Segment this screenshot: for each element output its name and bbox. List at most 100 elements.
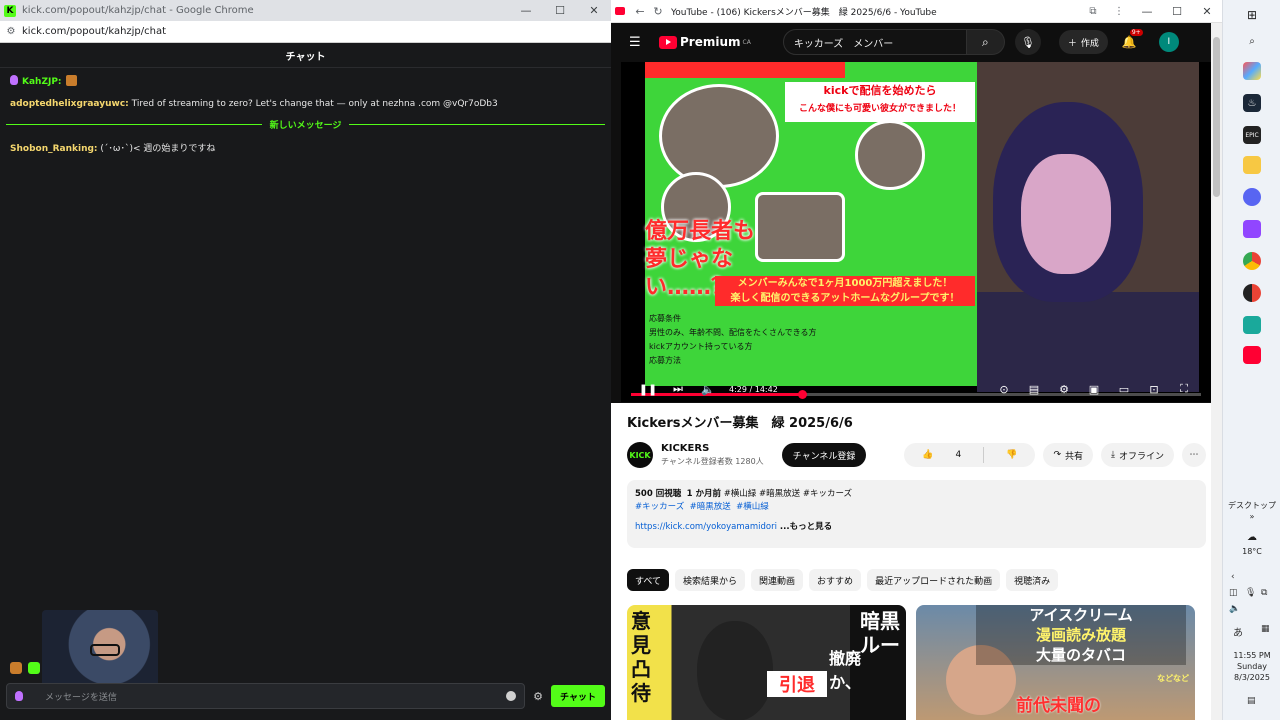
chat-username[interactable]: Shobon_Ranking: [10,144,98,154]
chat-address-bar[interactable]: ⚙ kick.com/popout/kahzjp/chat [0,21,611,43]
chip-related[interactable]: 関連動画 [751,569,804,591]
network-icon[interactable]: ⧉ [1261,588,1267,598]
minimize-icon[interactable]: — [509,0,543,21]
hamburger-menu-icon[interactable]: ☰ [629,35,653,50]
chat-settings-icon[interactable]: ⚙ [533,690,543,703]
offline-download-button[interactable]: ⤓ オフライン [1101,443,1174,467]
share-button[interactable]: ↷ 共有 [1043,443,1093,467]
channel-name[interactable]: KICKERS [661,443,764,454]
recommended-videos: 意見凸待 暗黒ルー 引退 撤廃か、 アイスクリーム 漫画読み放題 大量のタバコ … [627,605,1206,720]
autoplay-toggle-icon[interactable]: ⊙ [989,383,1019,396]
search-icon[interactable]: ⌕ [1243,32,1261,50]
youtube-logo[interactable]: Premium CA [659,35,751,49]
fullscreen-icon[interactable]: ⛶ [1169,382,1199,396]
more-actions-button[interactable]: ⋯ [1182,443,1206,467]
description-link[interactable]: https://kick.com/yokoyamamidori [635,522,777,532]
like-button[interactable]: 👍 4 [904,443,979,467]
emote-icon [65,75,77,86]
show-more-link[interactable]: ...もっと見る [777,522,832,532]
steam-icon[interactable]: ♨ [1243,94,1261,112]
page-scrollbar[interactable] [1211,23,1222,720]
weather-icon[interactable]: ☁ [1223,532,1280,543]
theater-mode-icon[interactable]: ▭ [1109,383,1139,396]
chrome-profile-icon[interactable] [1243,284,1261,302]
desktop-label[interactable]: デスクトップ [1223,500,1280,511]
emote-icon[interactable] [10,662,22,674]
extensions-icon[interactable]: ⧉ [1080,6,1106,17]
next-icon[interactable]: ⏭ [663,382,693,396]
youtube-window-titlebar[interactable]: ← ↻ YouTube - (106) Kickersメンバー募集 緑 2025… [611,0,1222,23]
pause-icon[interactable]: ❚❚ [633,383,663,396]
ime-indicator[interactable]: あ [1233,624,1243,639]
maximize-icon[interactable]: ☐ [543,0,577,21]
chevron-left-icon[interactable]: ‹ [1231,572,1235,582]
clock-date[interactable]: 8/3/2025 [1223,672,1280,683]
search-input[interactable]: キッカーズ メンバー [782,29,967,55]
microphone-icon[interactable]: 🎙 [1245,588,1256,598]
search-button[interactable]: ⌕ [966,29,1005,55]
chat-send-button[interactable]: チャット [551,685,605,707]
minimize-icon[interactable]: — [1132,0,1162,22]
notification-center-icon[interactable]: ▤ [1247,696,1256,706]
youtube-app-icon[interactable] [1243,346,1261,364]
thumb-text: 大量のタバコ [1035,646,1126,664]
notifications-button[interactable]: 🔔 9+ [1122,29,1143,49]
chip-watched[interactable]: 視聴済み [1006,569,1059,591]
chrome-icon[interactable] [1243,252,1261,270]
discord-icon[interactable] [1243,188,1261,206]
subscribe-button[interactable]: チャンネル登録 [781,443,867,467]
file-explorer-icon[interactable] [1243,156,1261,174]
chat-input[interactable]: メッセージを送信 [6,683,526,709]
account-avatar[interactable]: I [1158,32,1179,52]
maximize-icon[interactable]: ☐ [1162,0,1192,22]
tray-icon[interactable]: ◫ [1229,588,1238,598]
recommended-video-thumbnail[interactable]: 意見凸待 暗黒ルー 引退 撤廃か、 [627,605,906,720]
close-icon[interactable]: ✕ [1192,0,1222,22]
chip-all[interactable]: すべて [627,569,670,591]
emoji-picker-icon[interactable] [506,691,517,701]
hashtag-link[interactable]: #横山緑 [736,502,769,512]
hashtag-link[interactable]: #暗黒放送 [690,502,731,512]
cast-icon[interactable]: ⊡ [1139,383,1169,396]
channel-avatar[interactable]: KICK [627,442,653,468]
chat-username[interactable]: adoptedhelixgraayuwc: [10,99,129,109]
chat-username[interactable]: KahZJP: [22,77,62,87]
thumb-text: 前代未聞の [1016,696,1101,716]
chip-from-search[interactable]: 検索結果から [675,569,746,591]
voice-search-button[interactable]: 🎙 [1014,29,1041,55]
reload-icon[interactable]: ↻ [649,5,667,18]
chip-recommended[interactable]: おすすめ [809,569,862,591]
view-count: 500 回視聴 [635,489,682,499]
download-icon: ⤓ [1111,450,1115,460]
app-icon[interactable] [1243,316,1261,334]
back-arrow-icon[interactable]: ← [631,5,649,18]
create-button[interactable]: ＋作成 [1058,30,1108,54]
close-icon[interactable]: ✕ [577,0,611,21]
windows-start-icon[interactable]: ⊞ [1243,6,1261,24]
twitch-icon[interactable] [1243,220,1261,238]
hashtag-link[interactable]: #キッカーズ [635,502,684,512]
scrollbar-thumb[interactable] [1213,37,1220,197]
browser-menu-icon[interactable]: ⋮ [1106,6,1132,17]
epic-games-icon[interactable]: EPIC [1243,126,1261,144]
settings-gear-icon[interactable]: ⚙ [1049,383,1079,396]
video-player[interactable]: kickで配信を始めたら こんな僕にも可愛い彼女ができました！ 億万長者も夢じゃな… [621,62,1211,402]
ime-mode-icon[interactable]: ▦ [1261,624,1270,634]
dislike-button[interactable]: 👎 [988,443,1035,467]
site-info-icon[interactable]: ⚙ [0,26,22,37]
description-box[interactable]: 500 回視聴 1 か月前 #横山緑 #暗黒放送 #キッカーズ #キッカーズ #… [627,480,1206,548]
speaker-icon[interactable]: 🔈 [1229,604,1240,614]
chat-window-titlebar[interactable]: K kick.com/popout/kahzjp/chat - Google C… [0,0,611,21]
recommended-video-thumbnail[interactable]: アイスクリーム 漫画読み放題 大量のタバコ 前代未聞の などなど [916,605,1195,720]
subtitles-icon[interactable]: ▤ [1019,383,1049,396]
chat-message-text: Tired of streaming to zero? Let's change… [128,99,498,109]
miniplayer-icon[interactable]: ▣ [1079,383,1109,396]
temperature[interactable]: 18°C [1223,546,1280,557]
copilot-icon[interactable] [1243,62,1261,80]
clock-day[interactable]: Sunday [1223,661,1280,672]
chip-recently-uploaded[interactable]: 最近アップロードされた動画 [867,569,1001,591]
emote-icon[interactable] [28,662,40,674]
volume-icon[interactable]: 🔈 [693,383,723,396]
clock-time[interactable]: 11:55 PM [1223,650,1280,661]
time-total: 14:42 [754,384,778,394]
